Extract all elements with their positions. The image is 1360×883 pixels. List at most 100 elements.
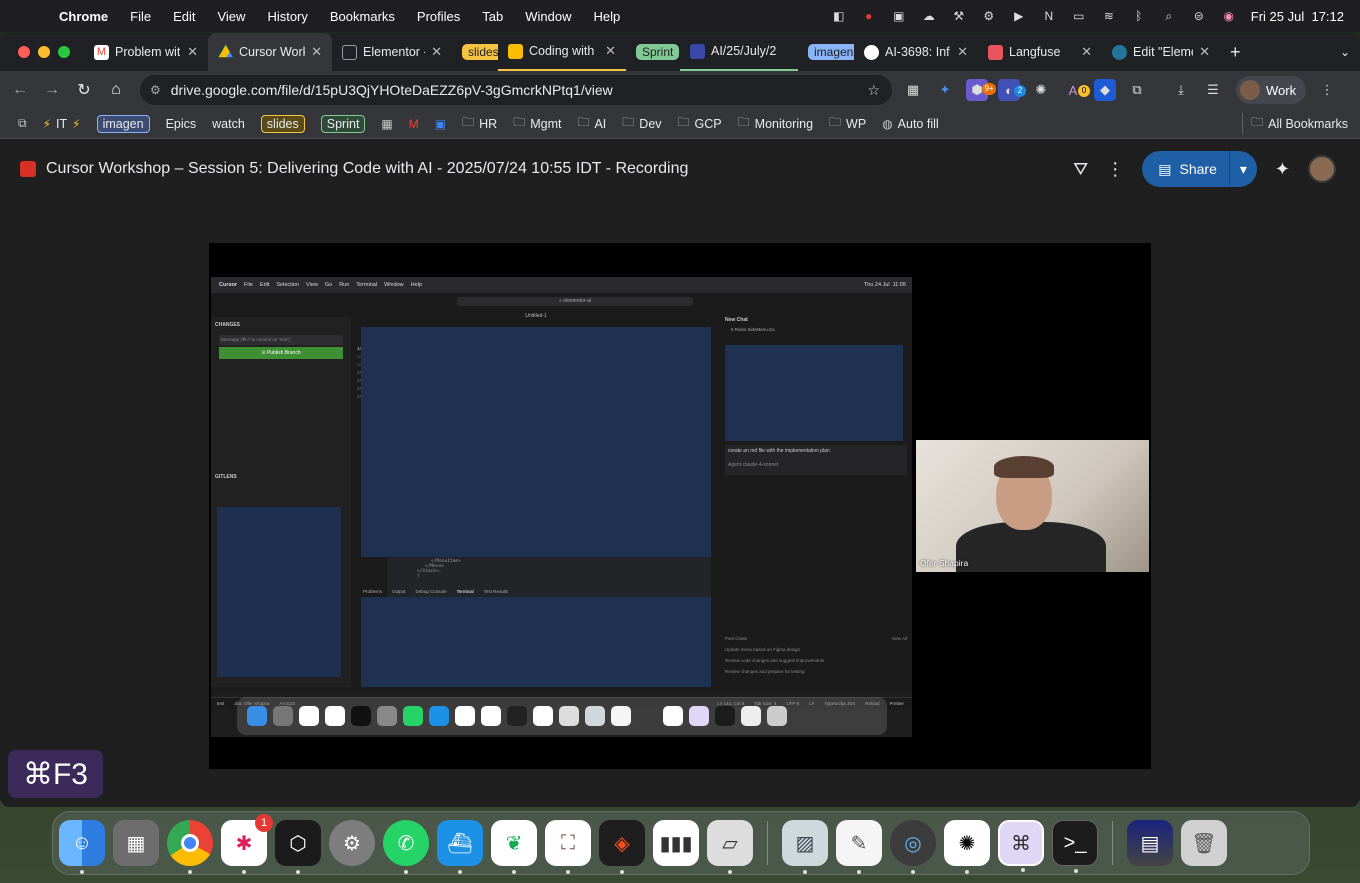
bookmark-watch[interactable]: watch [204, 117, 253, 131]
folder-gcp[interactable]: 🗀 GCP [670, 113, 730, 134]
tab-group-sprint[interactable]: Sprint [626, 33, 680, 71]
preview-icon[interactable]: ▨ [782, 820, 828, 874]
site-info-icon[interactable]: ⚙ [150, 83, 161, 97]
tab-group-slides[interactable]: slides [452, 33, 498, 71]
bookmark-star-icon[interactable]: ☆ [867, 82, 880, 99]
textedit-icon[interactable]: ✎ [836, 820, 882, 874]
chrome-menu-icon[interactable]: ⋮ [1316, 79, 1338, 101]
control-center-icon[interactable]: ⊜ [1191, 9, 1207, 23]
apps-shortcut-icon[interactable]: ⧉ [0, 116, 35, 131]
qr-code-icon[interactable]: ▦ [902, 79, 924, 101]
minimize-window-button[interactable] [38, 46, 50, 58]
menu-help[interactable]: Help [583, 9, 632, 24]
docker-icon[interactable]: ⛴ [437, 820, 483, 874]
all-bookmarks[interactable]: 🗀 All Bookmarks [1242, 113, 1360, 134]
gmail-bookmark-icon[interactable]: M [401, 117, 427, 131]
address-bar[interactable]: ⚙ drive.google.com/file/d/15pU3QjYHOteDa… [140, 75, 892, 105]
new-tab-button[interactable]: + [1220, 33, 1250, 71]
keyboard-viewer-icon[interactable]: ⌘ [998, 820, 1044, 872]
menu-profiles[interactable]: Profiles [406, 9, 471, 24]
tab-drive-recording[interactable]: Cursor Work ✕ [208, 33, 332, 71]
folder-wp[interactable]: 🗀 WP [821, 113, 874, 134]
grid-icon[interactable]: ▦ [373, 117, 400, 131]
back-icon[interactable]: ← [4, 81, 36, 99]
launchpad-icon[interactable]: ▦ [113, 820, 159, 866]
extension-ai-icon[interactable]: ✦ [934, 79, 956, 101]
reload-icon[interactable]: ↻ [68, 80, 100, 100]
bookmark-sprint[interactable]: Sprint [313, 114, 374, 133]
folder-hr[interactable]: 🗀 HR [454, 113, 505, 134]
folder-dev[interactable]: 🗀 Dev [614, 113, 669, 134]
tab-langfuse[interactable]: Langfuse ✕ [978, 33, 1102, 71]
spotlight-search-icon[interactable]: ⌕ [1161, 9, 1177, 23]
tab-jira-sprint[interactable]: AI/25/July/2 [680, 33, 798, 71]
downloads-icon[interactable]: ⤓ [1170, 79, 1192, 101]
tray-play-icon[interactable]: ▶ [1011, 9, 1027, 23]
close-window-button[interactable] [18, 46, 30, 58]
menu-edit[interactable]: Edit [162, 9, 206, 24]
tab-elementor[interactable]: Elementor - ✕ [332, 33, 452, 71]
add-to-drive-icon[interactable]: ⛛ [1073, 159, 1088, 180]
close-tab-icon[interactable]: ✕ [311, 44, 322, 60]
menu-window[interactable]: Window [514, 9, 582, 24]
istat-icon[interactable]: ▮▮▮ [653, 820, 699, 866]
extension-openai-icon[interactable]: ✺ [1030, 79, 1052, 101]
share-dropdown-icon[interactable]: ▾ [1230, 161, 1257, 178]
tab-wordpress-edit[interactable]: Edit "Eleme ✕ [1102, 33, 1220, 71]
tab-gmail[interactable]: M Problem wit ✕ [84, 33, 208, 71]
ce-app-icon[interactable]: ⛶ [545, 820, 591, 874]
tray-record-icon[interactable]: ● [861, 9, 877, 23]
calendar-bookmark-icon[interactable]: ▣ [427, 117, 454, 131]
chrome-icon[interactable] [167, 820, 213, 874]
folder-mgmt[interactable]: 🗀 Mgmt [505, 113, 569, 134]
menu-file[interactable]: File [119, 9, 162, 24]
reading-list-icon[interactable]: ☰ [1202, 79, 1224, 101]
profile-button[interactable]: Work [1236, 76, 1307, 104]
bookmark-imagen[interactable]: imagen [89, 114, 158, 133]
mongodb-icon[interactable]: ❦ [491, 820, 537, 874]
quicktime-icon[interactable]: ◎ [890, 820, 936, 874]
close-tab-icon[interactable]: ✕ [431, 44, 442, 60]
more-actions-icon[interactable]: ⋮ [1106, 159, 1124, 180]
tray-cloud-icon[interactable]: ☁ [921, 9, 937, 23]
gemini-sparkle-icon[interactable]: ✦ [1275, 159, 1290, 180]
extensions-puzzle-icon[interactable]: ⧉ [1126, 79, 1148, 101]
close-tab-icon[interactable]: ✕ [1081, 44, 1092, 60]
whatsapp-icon[interactable]: ✆ [383, 820, 429, 874]
close-tab-icon[interactable]: ✕ [605, 43, 616, 59]
tray-gear-icon[interactable]: ⚙ [981, 9, 997, 23]
chatgpt-icon[interactable]: ✺ [944, 820, 990, 874]
zoom-window-button[interactable] [58, 46, 70, 58]
extension-a-icon[interactable]: A0 [1062, 79, 1090, 101]
menubar-clock[interactable]: Fri 25 Jul 17:12 [1251, 9, 1344, 24]
menu-history[interactable]: History [256, 9, 318, 24]
close-tab-icon[interactable]: ✕ [187, 44, 198, 60]
tab-coding-with[interactable]: Coding with ✕ [498, 33, 626, 71]
menu-tab[interactable]: Tab [471, 9, 514, 24]
bookmark-it[interactable]: ⚡ IT ⚡ [35, 117, 89, 131]
bluetooth-icon[interactable]: ᛒ [1131, 9, 1147, 23]
menu-app-name[interactable]: Chrome [48, 9, 119, 24]
slack-icon[interactable]: ✱ 1 [221, 814, 273, 874]
folder-ai[interactable]: 🗀 AI [569, 113, 614, 134]
folder-monitoring[interactable]: 🗀 Monitoring [730, 113, 821, 134]
terminal-icon[interactable]: >_ [1052, 820, 1098, 873]
close-tab-icon[interactable]: ✕ [957, 44, 968, 60]
share-button[interactable]: ▤ Share ▾ [1142, 151, 1257, 187]
extension-count-icon[interactable]: ◐ 2 [998, 79, 1026, 101]
cursor-icon[interactable]: ⬡ [275, 820, 321, 874]
tray-n-icon[interactable]: N [1041, 9, 1057, 23]
bookmark-epics[interactable]: Epics [158, 117, 205, 131]
parallels-icon[interactable]: ▱ [707, 820, 753, 874]
siri-icon[interactable]: ◉ [1221, 9, 1237, 23]
close-tab-icon[interactable]: ✕ [1199, 44, 1210, 60]
bookmark-slides[interactable]: slides [253, 114, 313, 133]
system-settings-icon[interactable]: ⚙ [329, 820, 375, 866]
figma-icon[interactable]: ◈ [599, 820, 645, 874]
bookmark-autofill[interactable]: ◍ Auto fill [874, 117, 946, 131]
downloads-stack-icon[interactable]: ▤ [1127, 820, 1173, 866]
menu-bookmarks[interactable]: Bookmarks [319, 9, 406, 24]
extension-badge-icon[interactable]: ⬢ 9+ [966, 79, 996, 101]
tray-screenshot-icon[interactable]: ▣ [891, 9, 907, 23]
forward-icon[interactable]: → [36, 81, 68, 99]
